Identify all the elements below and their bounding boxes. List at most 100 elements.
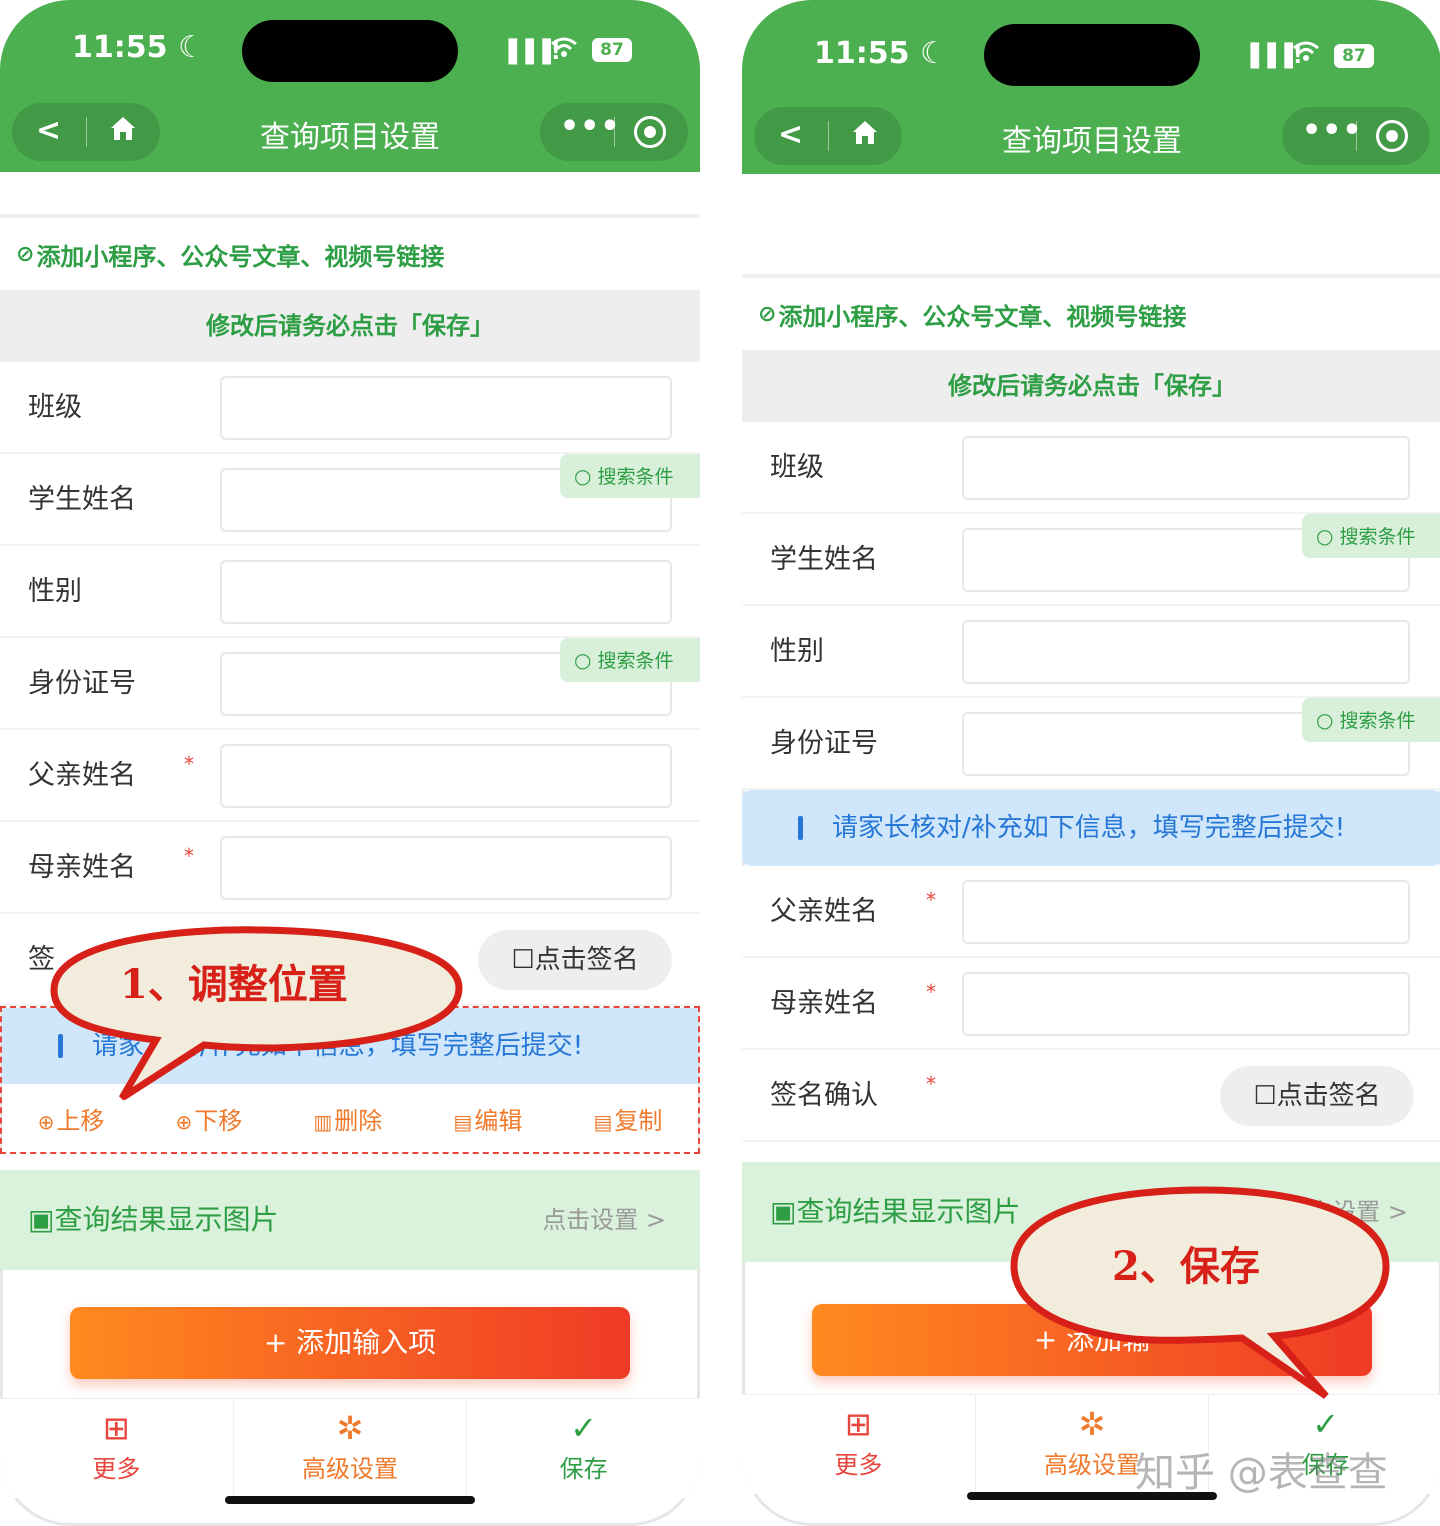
field-label: 身份证号 [770,728,878,759]
trash-icon: ▥ [313,1109,333,1134]
status-time: 11:55 ☾ [814,36,947,71]
field-student-name: 学生姓名 ○ 搜索条件 [0,454,700,546]
field-signature: 签名确认 * ☐点击签名 [742,1050,1440,1142]
search-icon: ○ [1316,524,1334,548]
move-up-button[interactable]: ⊕上移 [38,1101,105,1136]
field-input[interactable] [962,880,1410,944]
watermark: 知乎 @表查查 [1135,1450,1388,1496]
close-miniprogram-icon[interactable] [1376,120,1408,152]
add-link-label: 添加小程序、公众号文章、视频号链接 [778,302,1187,331]
field-label: 性别 [28,576,82,607]
top-spacer [742,174,1440,278]
result-image-text: 查询结果显示图片 [54,1203,279,1236]
field-label: 班级 [770,452,824,483]
field-mother-name: 母亲姓名 * [742,958,1440,1050]
tab-advanced-settings[interactable]: ✲ 高级设置 [234,1399,468,1498]
form-content: ⊘ 添加小程序、公众号文章、视频号链接 修改后请务必点击「保存」 班级 学生姓名… [0,172,700,1270]
callout-step1: 1、调整位置 [50,926,463,1100]
result-image-label: ▣查询结果显示图片 [770,1162,1020,1262]
op-label: 删除 [334,1106,383,1135]
wifi-icon [550,36,578,64]
link-icon: ⊘ [16,241,35,267]
copy-button[interactable]: ▤复制 [593,1101,662,1136]
field-input[interactable] [220,744,672,808]
spacer [742,1142,1440,1162]
nav-capsule-right: ••• [540,103,688,161]
tab-more[interactable]: ⊞ 更多 [742,1395,976,1494]
field-input[interactable] [962,972,1410,1036]
op-label: 上移 [56,1106,105,1135]
result-image-row[interactable]: ▣查询结果显示图片 点击设置 > [0,1170,700,1270]
field-input[interactable] [962,436,1410,500]
header: 11:55 ☾ ▐▐▐! 87 < 查询项目设置 ••• [742,0,1440,174]
field-label: 签名确认 [770,1080,878,1111]
gear-icon: ✲ [1078,1405,1106,1443]
edit-button[interactable]: ▤编辑 [453,1101,522,1136]
add-link-label: 添加小程序、公众号文章、视频号链接 [36,242,445,271]
field-label: 性别 [770,636,824,667]
sign-button[interactable]: ☐点击签名 [1220,1066,1414,1126]
field-gender: 性别 [0,546,700,638]
field-father-name: 父亲姓名 * [0,730,700,822]
field-input[interactable] [220,560,672,624]
spacer [0,1154,700,1170]
field-label: 身份证号 [28,668,136,699]
delete-button[interactable]: ▥删除 [313,1101,382,1136]
field-father-name: 父亲姓名 * [742,866,1440,958]
required-mark: * [926,888,936,912]
field-input[interactable] [220,836,672,900]
wifi-icon [1292,40,1320,68]
image-icon: ▣ [770,1195,797,1228]
add-link-row[interactable]: ⊘ 添加小程序、公众号文章、视频号链接 [742,278,1440,350]
search-icon: ○ [574,648,592,672]
form-content: ⊘ 添加小程序、公众号文章、视频号链接 修改后请务必点击「保存」 班级 学生姓名… [742,174,1440,1262]
info-banner[interactable]: 请家长核对/补充如下信息，填写完整后提交! [742,790,1440,866]
callout-step2: 2、保存 [1010,1186,1390,1399]
tab-more[interactable]: ⊞ 更多 [0,1399,234,1498]
search-tag-label: 搜索条件 [1339,710,1416,732]
search-icon: ○ [1316,708,1334,732]
battery-indicator: 87 [1334,44,1374,68]
capsule-divider [1356,121,1357,151]
field-mother-name: 母亲姓名 * [0,822,700,914]
edit-icon: ▤ [453,1109,473,1134]
search-tag-label: 搜索条件 [1339,526,1416,548]
field-id-number: 身份证号 ○ 搜索条件 [742,698,1440,790]
more-icon[interactable]: ••• [560,109,621,144]
field-label: 母亲姓名 [770,988,878,1019]
callout-step1-text: 1、调整位置 [120,961,348,1008]
banner-text: 请家长核对/补充如下信息，填写完整后提交! [832,813,1346,843]
copy-icon: ▤ [593,1109,613,1134]
bottom-tabbar: ⊞ 更多 ✲ 高级设置 ✓ 保存 [0,1398,700,1498]
gear-icon: ✲ [336,1409,364,1447]
search-condition-tag[interactable]: ○ 搜索条件 [560,638,700,682]
search-icon: ○ [574,464,592,488]
sign-button[interactable]: ☐点击签名 [478,930,672,990]
more-icon[interactable]: ••• [1302,113,1363,148]
phone-screen-left: 11:55 ☾ ▐▐▐! 87 < 查询项目设置 ••• ⊘ 添加小程序、公众号… [0,0,700,1526]
set-link[interactable]: 点击设置 > [542,1170,666,1270]
add-link-row[interactable]: ⊘ 添加小程序、公众号文章、视频号链接 [0,218,700,290]
field-label: 班级 [28,392,82,423]
field-label: 学生姓名 [28,484,136,515]
field-class: 班级 [742,422,1440,514]
field-label: 父亲姓名 [770,896,878,927]
field-student-name: 学生姓名 ○ 搜索条件 [742,514,1440,606]
op-label: 编辑 [474,1106,523,1135]
search-condition-tag[interactable]: ○ 搜索条件 [1302,698,1440,742]
required-mark: * [184,844,194,868]
field-input[interactable] [962,620,1410,684]
search-condition-tag[interactable]: ○ 搜索条件 [1302,514,1440,558]
capsule-divider [614,117,615,147]
search-condition-tag[interactable]: ○ 搜索条件 [560,454,700,498]
field-input[interactable] [220,376,672,440]
header: 11:55 ☾ ▐▐▐! 87 < 查询项目设置 ••• [0,0,700,172]
tab-label: 高级设置 [302,1455,398,1483]
callout-step2-text: 2、保存 [1112,1243,1260,1290]
move-down-button[interactable]: ⊕下移 [175,1101,242,1136]
result-image-label: ▣查询结果显示图片 [28,1170,278,1270]
close-miniprogram-icon[interactable] [634,116,666,148]
save-notice: 修改后请务必点击「保存」 [742,350,1440,422]
add-input-button[interactable]: + 添加输入项 [70,1307,630,1379]
tab-save[interactable]: ✓ 保存 [467,1399,700,1498]
